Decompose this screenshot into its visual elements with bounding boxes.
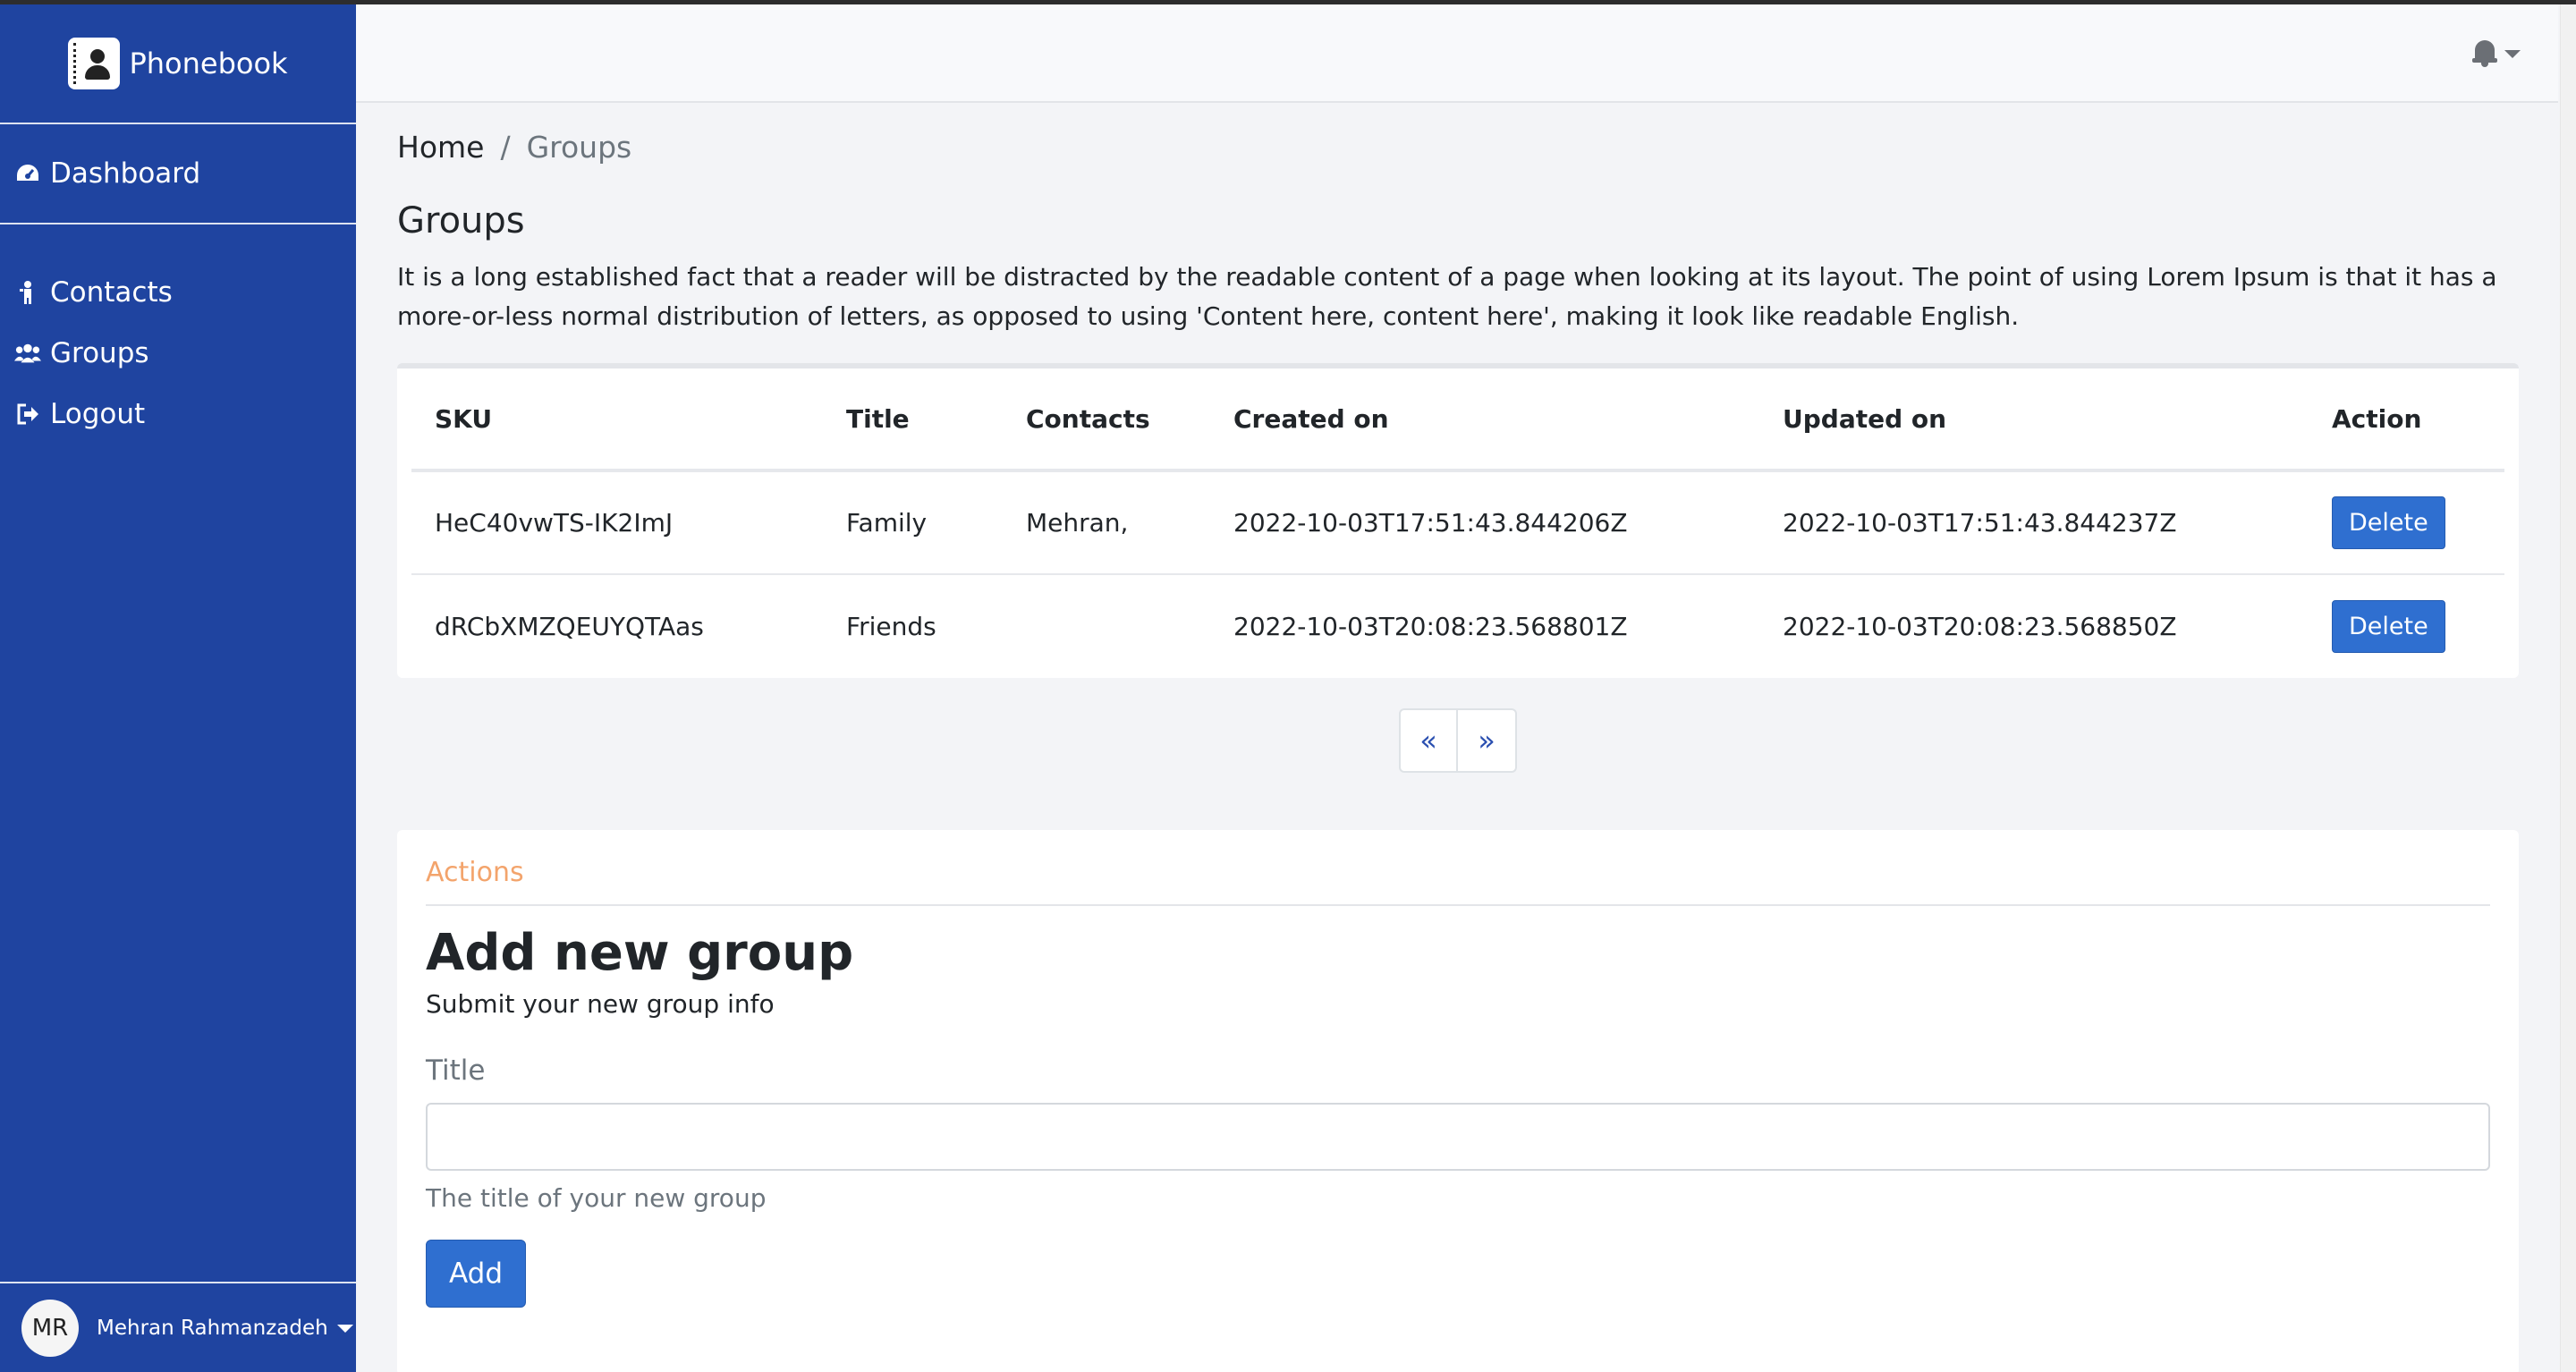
sidebar-item-label: Contacts (50, 276, 173, 309)
cell-action: Delete (2309, 470, 2504, 575)
table-header-row: SKU Title Contacts Created on Updated on… (411, 368, 2504, 472)
actions-card: Actions Add new group Submit your new gr… (397, 830, 2519, 1372)
column-header-created: Created on (1210, 368, 1759, 472)
groups-table-card: SKU Title Contacts Created on Updated on… (397, 363, 2519, 678)
sidebar-item-groups[interactable]: Groups (0, 323, 356, 384)
cell-created: 2022-10-03T20:08:23.568801Z (1233, 612, 1628, 641)
column-header-sku: SKU (411, 368, 823, 472)
pagination: « » (397, 708, 2519, 773)
delete-button[interactable]: Delete (2332, 600, 2445, 653)
scrollbar[interactable] (2560, 4, 2576, 1372)
sidebar-item-label: Dashboard (50, 157, 201, 190)
pagination-prev-button[interactable]: « (1399, 708, 1458, 773)
cell-updated: 2022-10-03T17:51:43.844237Z (1759, 470, 2309, 575)
notifications-dropdown[interactable] (2472, 40, 2521, 67)
phonebook-logo-icon (68, 38, 121, 89)
column-header-contacts: Contacts (1003, 368, 1210, 472)
pagination-next-button[interactable]: » (1458, 708, 1517, 773)
table-row: dRCbXMZQEUYQTAas Friends 2022-10-03T20:0… (411, 574, 2504, 678)
cell-title: Friends (846, 612, 936, 641)
sidebar: Phonebook Dashboard Contacts Groups Logo… (0, 4, 356, 1372)
breadcrumb-separator: / (500, 130, 511, 165)
breadcrumb: Home / Groups (397, 130, 2519, 165)
page-title: Groups (397, 200, 525, 241)
group-title-input[interactable] (426, 1103, 2490, 1171)
sidebar-item-label: Groups (50, 337, 149, 369)
brand-name: Phonebook (129, 47, 288, 80)
form-subtitle: Submit your new group info (426, 989, 775, 1019)
logout-icon (14, 402, 41, 426)
user-name: Mehran Rahmanzadeh (97, 1317, 353, 1340)
person-icon (14, 280, 41, 305)
chevron-down-icon (2504, 49, 2521, 58)
avatar: MR (21, 1299, 79, 1357)
cell-sku: HeC40vwTS-IK2ImJ (411, 470, 823, 575)
cell-updated: 2022-10-03T20:08:23.568850Z (1783, 612, 2177, 641)
groups-table: SKU Title Contacts Created on Updated on… (411, 368, 2504, 678)
form-title: Add new group (426, 924, 854, 982)
title-field-help: The title of your new group (426, 1183, 767, 1213)
main-content: Home / Groups Groups It is a long establ… (397, 103, 2519, 1372)
cell-contacts (1003, 574, 1210, 678)
column-header-title: Title (823, 368, 1003, 472)
cell-action: Delete (2309, 574, 2504, 678)
breadcrumb-home-link[interactable]: Home (397, 130, 484, 165)
delete-button[interactable]: Delete (2332, 496, 2445, 549)
cell-contacts: Mehran, (1003, 470, 1210, 575)
user-name-text: Mehran Rahmanzadeh (97, 1316, 328, 1340)
cell-created: 2022-10-03T17:51:43.844206Z (1210, 470, 1759, 575)
column-header-updated: Updated on (1759, 368, 2309, 472)
sidebar-item-dashboard[interactable]: Dashboard (0, 124, 356, 224)
bell-icon (2472, 40, 2497, 67)
topbar (356, 4, 2558, 103)
chevron-down-icon (336, 1324, 353, 1333)
column-header-action: Action (2309, 368, 2504, 472)
table-row: HeC40vwTS-IK2ImJ Family Mehran, 2022-10-… (411, 470, 2504, 575)
sidebar-item-contacts[interactable]: Contacts (0, 262, 356, 323)
title-field-label: Title (426, 1054, 486, 1087)
actions-heading: Actions (426, 857, 2490, 906)
dashboard-icon (14, 163, 41, 184)
user-menu[interactable]: MR Mehran Rahmanzadeh (0, 1282, 356, 1372)
breadcrumb-current: Groups (526, 130, 632, 165)
sidebar-item-logout[interactable]: Logout (0, 384, 356, 445)
sidebar-nav: Contacts Groups Logout (0, 224, 356, 445)
users-icon (14, 342, 41, 365)
cell-sku: dRCbXMZQEUYQTAas (435, 612, 704, 641)
cell-title: Family (823, 470, 1003, 575)
add-group-button[interactable]: Add (426, 1240, 526, 1308)
sidebar-item-label: Logout (50, 398, 146, 430)
brand[interactable]: Phonebook (0, 4, 356, 124)
page-description: It is a long established fact that a rea… (397, 262, 2497, 331)
